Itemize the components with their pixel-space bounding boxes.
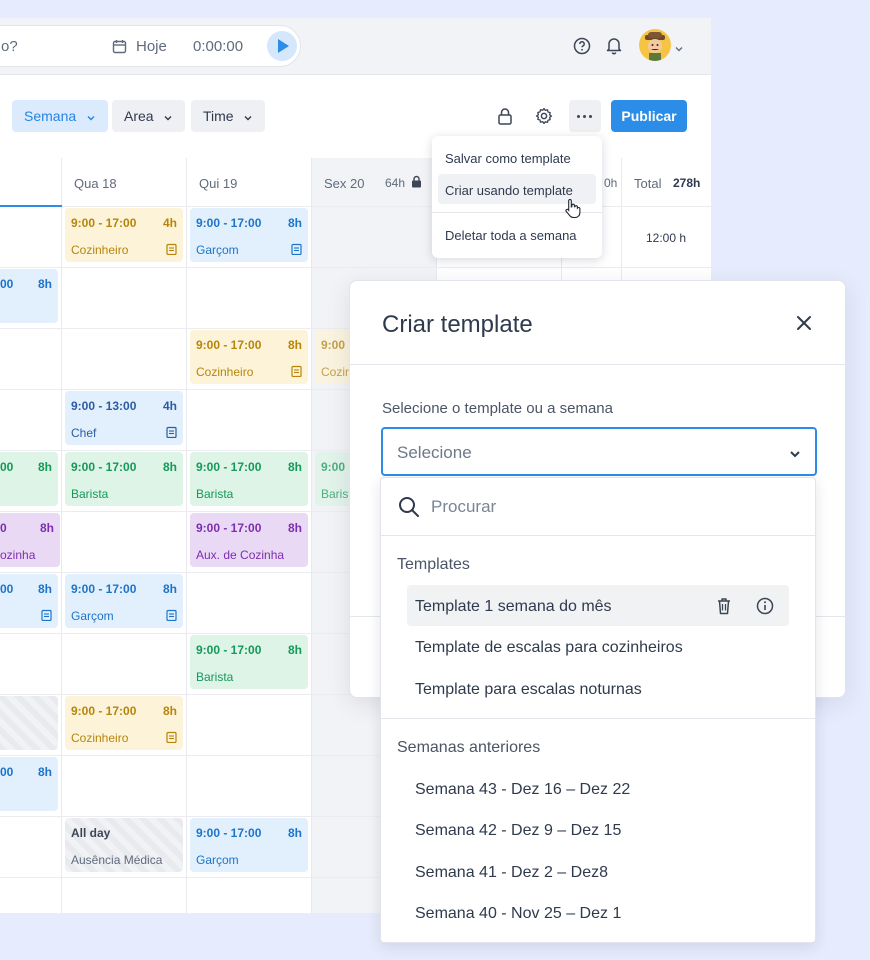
publish-button[interactable]: Publicar: [611, 100, 687, 132]
note-icon: [291, 243, 302, 258]
bell-icon[interactable]: [605, 36, 623, 60]
shift-card[interactable]: 00 8h: [0, 574, 58, 628]
info-icon[interactable]: [756, 597, 774, 620]
more-options-menu: Salvar como template Criar usando templa…: [432, 136, 602, 258]
chevron-down-icon: [243, 101, 253, 133]
shift-card[interactable]: 00 8h: [0, 757, 58, 811]
template-select[interactable]: Selecione: [381, 427, 817, 476]
search-icon: [398, 496, 420, 523]
area-filter-label: Area: [124, 108, 154, 124]
search-fragment: o?: [1, 38, 18, 55]
shift-card[interactable]: 9:00 - 17:00 8h Garçom: [190, 208, 308, 262]
lock-icon: [411, 175, 422, 193]
shift-card[interactable]: 9:00 - 13:00 4h Chef: [65, 391, 183, 445]
chevron-down-icon[interactable]: [674, 40, 684, 58]
shift-card[interactable]: 9:00 - 17:00 8h Barista: [190, 635, 308, 689]
unavailable-cell: [0, 696, 58, 750]
lock-icon[interactable]: [497, 107, 513, 130]
chevron-down-icon: [86, 101, 96, 133]
column-header-qui: Qui 19: [199, 176, 238, 191]
week-selector-label: Semana: [24, 108, 77, 124]
shift-card[interactable]: 9:00 - 17:00 8h Barista: [65, 452, 183, 506]
shift-card[interactable]: 9:00 - 17:00 8h Garçom: [190, 818, 308, 872]
calendar-icon: [112, 39, 127, 59]
template-option[interactable]: Template de escalas para cozinheiros: [415, 639, 683, 657]
shift-card[interactable]: 0 8h ozinha: [0, 513, 60, 567]
today-button[interactable]: Hoje: [136, 38, 167, 55]
week-option[interactable]: Semana 42 - Dez 9 – Dez 15: [415, 822, 621, 840]
column-hours-total: 278h: [673, 176, 701, 190]
shift-card[interactable]: 00 8h: [0, 269, 58, 323]
shift-card[interactable]: 9:00 - 17:00 8h Aux. de Cozinha: [190, 513, 308, 567]
chevron-down-icon: [163, 101, 173, 133]
tracker-bar[interactable]: o? Hoje 0:00:00: [0, 25, 301, 67]
time-filter[interactable]: Time: [191, 100, 266, 133]
note-icon: [166, 243, 177, 258]
template-dropdown: Procurar Templates Template 1 semana do …: [380, 477, 816, 943]
select-placeholder: Selecione: [397, 443, 472, 462]
search-input[interactable]: Procurar: [431, 497, 496, 517]
template-option[interactable]: Template para escalas noturnas: [415, 681, 642, 699]
note-icon: [291, 365, 302, 380]
modal-title: Criar template: [382, 311, 533, 338]
menu-item-create-from-template[interactable]: Criar usando template: [445, 183, 573, 198]
templates-heading: Templates: [397, 556, 470, 573]
current-day-indicator: [0, 205, 62, 207]
avatar[interactable]: [639, 29, 671, 61]
top-bar: o? Hoje 0:00:00: [0, 18, 711, 75]
absence-card[interactable]: All day Ausência Médica: [65, 818, 183, 872]
template-option[interactable]: Template 1 semana do mês: [415, 598, 612, 616]
select-label: Selecione o template ou a semana: [382, 400, 613, 417]
timer-display: 0:00:00: [193, 38, 244, 55]
shift-card[interactable]: 9:00 - 17:00 4h Cozinheiro: [65, 208, 183, 262]
time-filter-label: Time: [203, 108, 234, 124]
more-options-button[interactable]: [569, 100, 601, 132]
week-option[interactable]: Semana 43 - Dez 16 – Dez 22: [415, 781, 630, 799]
note-icon: [166, 731, 177, 746]
chevron-down-icon: [789, 446, 801, 464]
note-icon: [166, 426, 177, 441]
shift-card[interactable]: 9:00 - 17:00 8h Cozinheiro: [190, 330, 308, 384]
shift-card[interactable]: 00 8h: [0, 452, 58, 506]
close-icon[interactable]: [796, 315, 812, 336]
hand-cursor-icon: [565, 198, 581, 223]
week-selector[interactable]: Semana: [12, 100, 109, 133]
week-option[interactable]: Semana 40 - Nov 25 – Dez 1: [415, 905, 621, 923]
note-icon: [166, 609, 177, 624]
column-header-qua: Qua 18: [74, 176, 117, 191]
column-hours-partial: 0h: [604, 176, 618, 190]
trash-icon[interactable]: [716, 597, 732, 620]
column-header-sex: Sex 20: [324, 176, 365, 191]
gear-icon[interactable]: [535, 107, 553, 130]
area-filter[interactable]: Area: [112, 100, 186, 133]
column-hours-sex: 64h: [385, 176, 406, 190]
shift-card[interactable]: 9:00 - 17:00 8h Garçom: [65, 574, 183, 628]
help-icon[interactable]: [573, 37, 591, 60]
previous-weeks-heading: Semanas anteriores: [397, 739, 541, 756]
column-header-total: Total: [634, 176, 662, 191]
play-icon[interactable]: [267, 31, 297, 61]
shift-card[interactable]: 9:00 - 17:00 8h Cozinheiro: [65, 696, 183, 750]
shift-card[interactable]: 9:00 - 17:00 8h Barista: [190, 452, 308, 506]
note-icon: [41, 609, 52, 624]
total-cell: 12:00 h: [646, 231, 687, 245]
week-option[interactable]: Semana 41 - Dez 2 – Dez8: [415, 864, 608, 882]
menu-item-delete-week[interactable]: Deletar toda a semana: [445, 228, 577, 243]
menu-item-save-template[interactable]: Salvar como template: [445, 151, 571, 166]
